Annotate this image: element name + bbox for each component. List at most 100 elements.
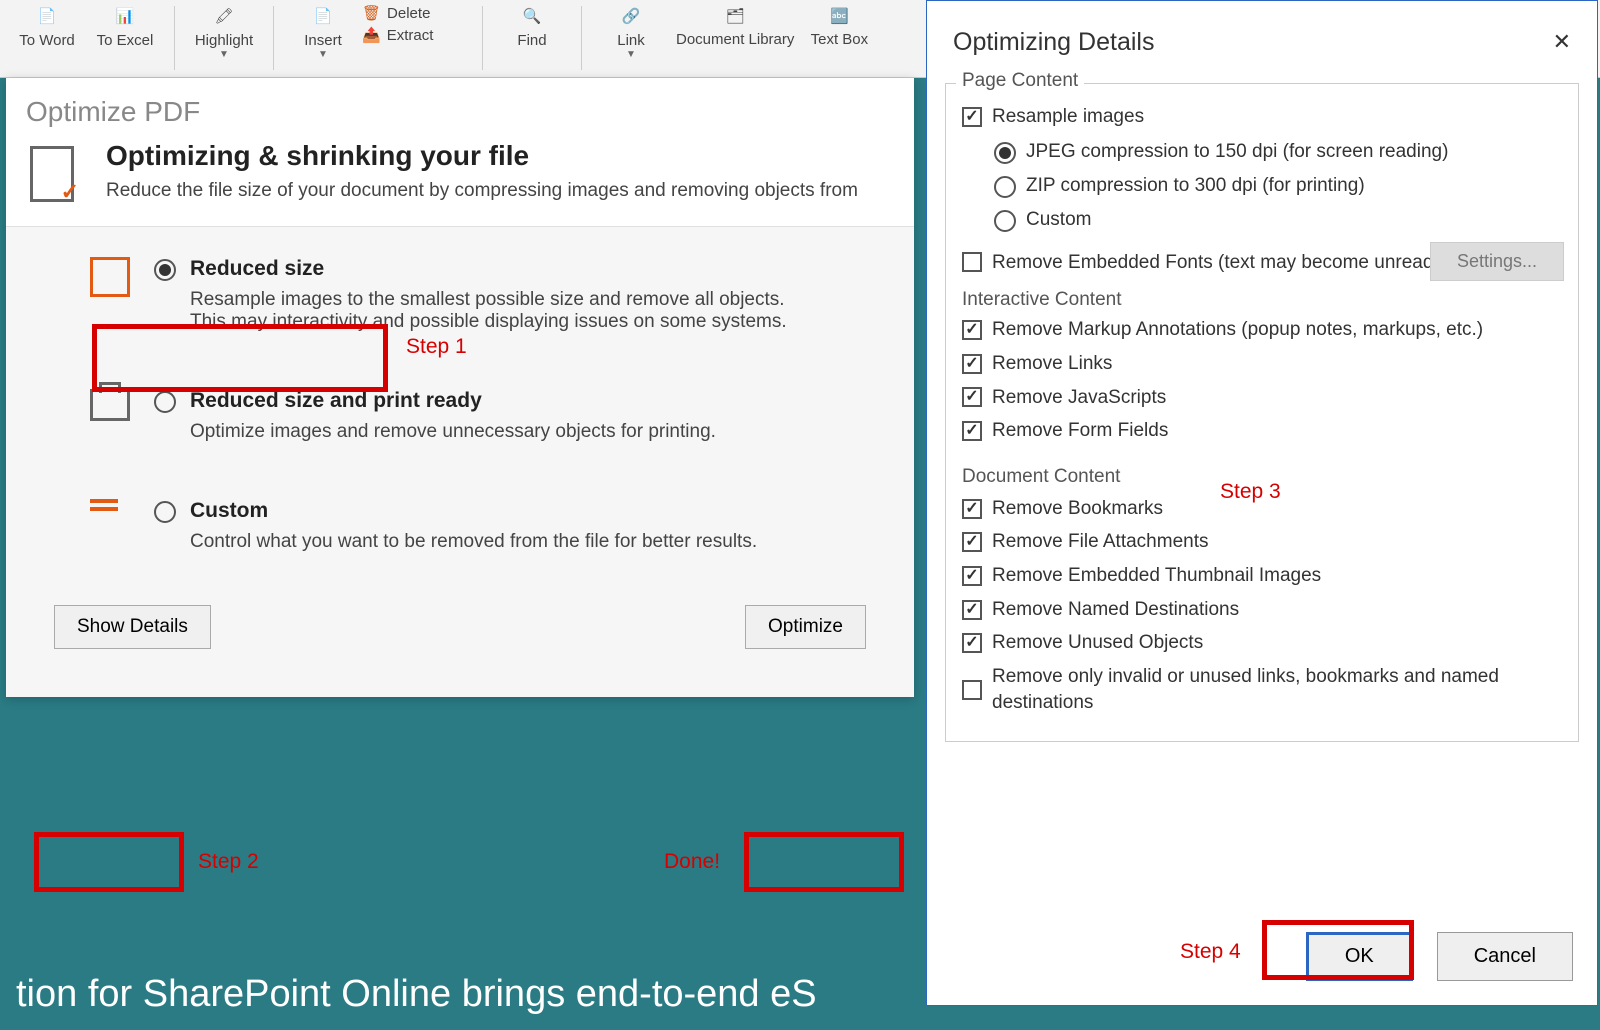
checkbox-icon [962,320,982,340]
page-content-fieldset: Page Content Resample images JPEG compre… [945,83,1579,742]
custom-compression-radio[interactable]: Custom [994,208,1562,232]
label: Extract [387,27,434,44]
optimize-pdf-panel: Optimize PDF Optimizing & shrinking your… [6,78,914,697]
radio-icon [994,176,1016,198]
option-reduced-print[interactable]: Reduced size and print ready Optimize im… [30,389,890,443]
settings-button: Settings... [1430,242,1564,281]
label: Remove Embedded Thumbnail Images [992,563,1321,589]
options-body: Reduced size Resample images to the smal… [6,227,914,697]
checkbox-icon [962,252,982,272]
checkbox-icon [962,680,982,700]
heading: Optimizing & shrinking your file [106,140,858,172]
link-icon: 🔗 [613,0,649,32]
label: To Excel [97,32,154,49]
wizard-buttons: Show Details Optimize [30,573,890,677]
jpeg-150-radio[interactable]: JPEG compression to 150 dpi (for screen … [994,140,1562,164]
chevron-down-icon: ▼ [219,49,229,60]
label: Remove Bookmarks [992,496,1163,522]
option-custom[interactable]: Custom Control what you want to be remov… [30,499,890,553]
label: Document Library [676,32,794,49]
radio-reduced-size[interactable] [154,259,176,281]
zip-300-radio[interactable]: ZIP compression to 300 dpi (for printing… [994,174,1562,198]
link-button[interactable]: 🔗 Link ▼ [592,0,670,72]
radio-icon [994,142,1016,164]
to-excel-button[interactable]: 📊 To Excel [86,0,164,72]
separator [174,6,175,70]
optimizing-details-dialog: Optimizing Details ✕ Page Content Resamp… [926,0,1598,1006]
print-icon [90,389,138,437]
ok-button[interactable]: OK [1306,932,1413,981]
cancel-button[interactable]: Cancel [1437,932,1573,981]
label: Highlight [195,32,253,49]
label: Text Box [811,32,869,49]
remove-unused-checkbox[interactable]: Remove Unused Objects [962,630,1562,656]
label: Delete [387,5,430,22]
option-reduced-size[interactable]: Reduced size Resample images to the smal… [30,257,890,333]
document-content-subhead: Document Content [962,466,1562,488]
option-desc: Control what you want to be removed from… [190,531,810,553]
checkbox-icon [962,107,982,127]
remove-named-checkbox[interactable]: Remove Named Destinations [962,597,1562,623]
delete-extract-group: 🗑 Delete 📤 Extract [362,0,472,44]
fieldset-legend: Page Content [956,70,1084,92]
interactive-content-subhead: Interactive Content [962,289,1562,311]
text-box-icon: 🔤 [821,0,857,32]
text-box-button[interactable]: 🔤 Text Box [800,0,878,72]
find-icon: 🔍 [514,0,550,32]
label: Link [617,32,645,49]
label: Remove Unused Objects [992,630,1203,656]
label: Remove Form Fields [992,418,1168,444]
excel-icon: 📊 [107,0,143,32]
checkbox-icon [962,387,982,407]
to-word-button[interactable]: 📄 To Word [8,0,86,72]
dialog-title: Optimizing Details [953,28,1154,57]
checkbox-icon [962,354,982,374]
label: Resample images [992,104,1144,130]
label: Insert [304,32,342,49]
optimize-button[interactable]: Optimize [745,605,866,649]
remove-attachments-checkbox[interactable]: Remove File Attachments [962,529,1562,555]
label: Remove Markup Annotations (popup notes, … [992,317,1483,343]
remove-form-checkbox[interactable]: Remove Form Fields [962,418,1562,444]
reduce-icon [90,257,138,305]
chevron-down-icon: ▼ [626,49,636,60]
radio-custom[interactable] [154,501,176,523]
option-desc: Resample images to the smallest possible… [190,289,810,333]
subheading: Reduce the file size of your document by… [106,180,858,202]
remove-js-checkbox[interactable]: Remove JavaScripts [962,385,1562,411]
label: Remove File Attachments [992,529,1208,555]
background-text: tion for SharePoint Online brings end-to… [16,973,817,1016]
delete-button[interactable]: 🗑 Delete [362,4,472,22]
label: Remove Embedded Fonts (text may become u… [992,250,1476,276]
remove-bookmarks-checkbox[interactable]: Remove Bookmarks [962,496,1562,522]
radio-icon [994,210,1016,232]
option-desc: Optimize images and remove unnecessary o… [190,421,810,443]
panel-title: Optimize PDF [6,78,914,140]
resample-images-checkbox[interactable]: Resample images [962,104,1562,130]
highlight-icon: 🖍 [206,0,242,32]
highlight-button[interactable]: 🖍 Highlight ▼ [185,0,263,72]
checkbox-icon [962,633,982,653]
radio-reduced-print[interactable] [154,391,176,413]
remove-markup-checkbox[interactable]: Remove Markup Annotations (popup notes, … [962,317,1562,343]
option-title: Reduced size and print ready [190,389,810,413]
remove-thumbnails-checkbox[interactable]: Remove Embedded Thumbnail Images [962,563,1562,589]
find-button[interactable]: 🔍 Find [493,0,571,72]
remove-links-checkbox[interactable]: Remove Links [962,351,1562,377]
remove-invalid-checkbox[interactable]: Remove only invalid or unused links, boo… [962,664,1562,715]
show-details-button[interactable]: Show Details [54,605,211,649]
checkbox-icon [962,600,982,620]
label: Find [517,32,546,49]
delete-icon: 🗑 [362,4,381,22]
dialog-buttons: OK Cancel [927,918,1597,1005]
document-library-button[interactable]: 🗂 Document Library [670,0,800,72]
page-verified-icon [30,146,82,202]
insert-button[interactable]: 📄 Insert ▼ [284,0,362,72]
label: ZIP compression to 300 dpi (for printing… [1026,175,1365,197]
chevron-down-icon: ▼ [318,49,328,60]
extract-button[interactable]: 📤 Extract [362,26,472,44]
separator [273,6,274,70]
label: Remove Named Destinations [992,597,1239,623]
close-icon[interactable]: ✕ [1553,29,1571,55]
option-title: Custom [190,499,810,523]
